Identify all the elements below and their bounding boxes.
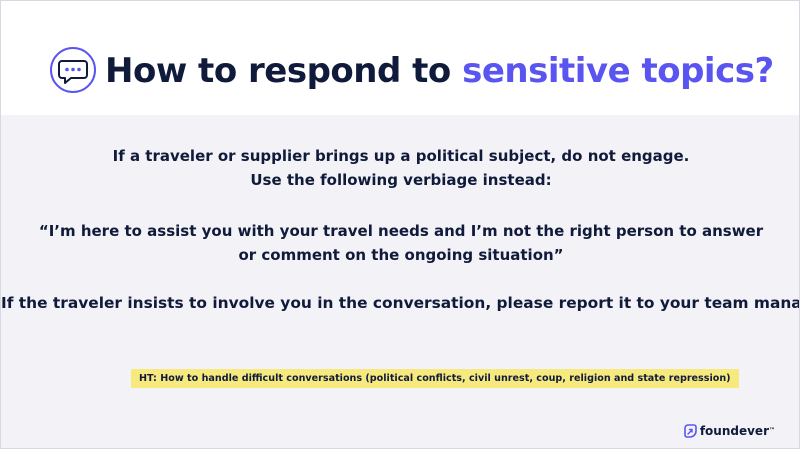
escalation-paragraph: If the traveler insists to involve you i… <box>1 291 800 315</box>
instruction-line: Use the following verbiage instead: <box>250 171 552 189</box>
brand-trademark: ™ <box>769 427 775 434</box>
title-main: How to respond to <box>105 51 463 91</box>
slide-header: How to respond to sensitive topics? <box>1 1 799 115</box>
quote-line: or comment on the ongoing situation” <box>238 246 564 264</box>
slide: How to respond to sensitive topics? If a… <box>0 0 800 449</box>
brand-name: foundever™ <box>700 424 775 438</box>
instruction-paragraph: If a traveler or supplier brings up a po… <box>1 144 799 192</box>
highlight-note: HT: How to handle difficult conversation… <box>131 369 739 388</box>
brand-name-text: foundever <box>699 424 769 438</box>
escalation-line: If the traveler insists to involve you i… <box>1 294 800 312</box>
foundever-logo-icon <box>684 424 697 438</box>
quote-line: “I’m here to assist you with your travel… <box>38 222 764 240</box>
instruction-line: If a traveler or supplier brings up a po… <box>112 147 690 165</box>
chat-bubble-icon <box>50 47 96 93</box>
brand-logo: foundever™ <box>683 424 775 438</box>
title-accent: sensitive topics? <box>462 51 774 91</box>
page-title: How to respond to sensitive topics? <box>105 49 774 93</box>
suggested-verbiage-quote: “I’m here to assist you with your travel… <box>1 219 799 267</box>
